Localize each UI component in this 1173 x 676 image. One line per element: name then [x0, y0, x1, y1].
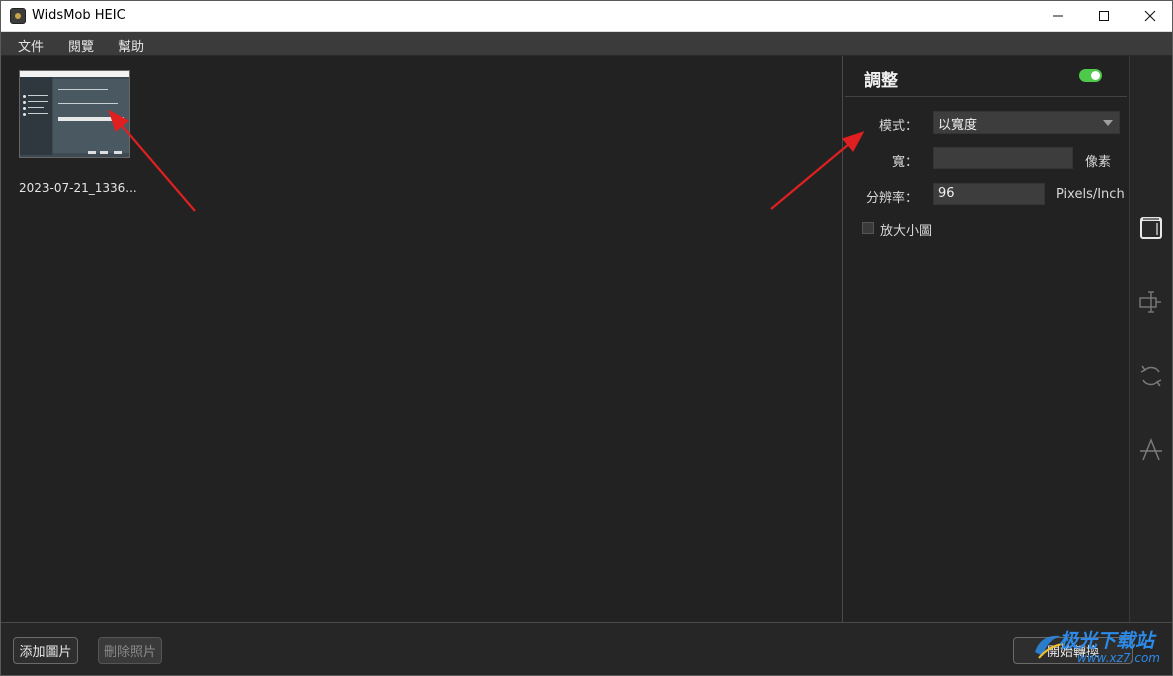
adjust-toggle[interactable]	[1079, 69, 1102, 82]
width-input[interactable]	[933, 147, 1073, 169]
window-title: WidsMob HEIC	[32, 8, 126, 23]
minimize-icon	[1053, 15, 1063, 17]
file-name: 2023-07-21_1336...	[19, 181, 137, 195]
close-icon	[1144, 10, 1156, 22]
resize-icon	[1140, 217, 1162, 239]
rotate-icon	[1140, 365, 1162, 387]
file-thumbnail[interactable]	[19, 70, 130, 158]
watermark-text: 极光下载站	[1059, 630, 1155, 652]
app-icon	[10, 8, 26, 24]
menu-view[interactable]: 閱覽	[68, 36, 94, 55]
mode-select-value: 以寬度	[938, 118, 978, 133]
maximize-icon	[1099, 11, 1109, 21]
maximize-button[interactable]	[1081, 1, 1127, 31]
width-unit: 像素	[1085, 155, 1112, 170]
watermark-text-icon	[1140, 437, 1162, 461]
enlarge-checkbox[interactable]	[862, 222, 874, 234]
mode-select[interactable]: 以寬度	[933, 111, 1120, 134]
file-list-area[interactable]: 2023-07-21_1336...	[1, 56, 842, 622]
menu-bar: 文件 閱覽 幫助	[1, 32, 1172, 56]
resize-tool-button[interactable]	[1137, 214, 1165, 242]
minimize-button[interactable]	[1035, 1, 1081, 31]
enlarge-label: 放大小圖	[880, 224, 933, 239]
crop-icon	[1139, 291, 1161, 313]
crop-tool-button[interactable]	[1137, 288, 1165, 316]
watermark-url: www.xz7.com	[1077, 651, 1160, 665]
resolution-input[interactable]: 96	[933, 183, 1045, 205]
title-bar: WidsMob HEIC	[1, 1, 1172, 32]
resolution-label: 分辨率：	[865, 191, 918, 206]
chevron-down-icon	[1103, 120, 1113, 126]
settings-panel: 調整 模式： 以寬度 寬： 像素 分辨率： 96 Pixels/Inch 放大小…	[843, 56, 1129, 622]
menu-file[interactable]: 文件	[18, 36, 44, 55]
app-window: WidsMob HEIC 文件 閱覽 幫助 2023-07-21_1336...…	[0, 0, 1173, 676]
width-label: 寬：	[891, 155, 918, 170]
remove-photos-button[interactable]: 刪除照片	[98, 637, 162, 664]
watermark-tool-button[interactable]	[1137, 436, 1165, 464]
resolution-unit: Pixels/Inch	[1056, 187, 1125, 202]
mode-label: 模式：	[878, 119, 918, 134]
divider	[845, 96, 1127, 97]
site-watermark: 极光下载站 www.xz7.com	[1031, 624, 1171, 674]
panel-title: 調整	[864, 71, 898, 91]
menu-help[interactable]: 幫助	[118, 36, 144, 55]
bottom-bar: 添加圖片 刪除照片 開始轉換	[1, 622, 1172, 675]
rotate-tool-button[interactable]	[1137, 362, 1165, 390]
add-images-button[interactable]: 添加圖片	[13, 637, 78, 664]
tool-strip	[1130, 56, 1172, 622]
close-button[interactable]	[1127, 1, 1172, 31]
